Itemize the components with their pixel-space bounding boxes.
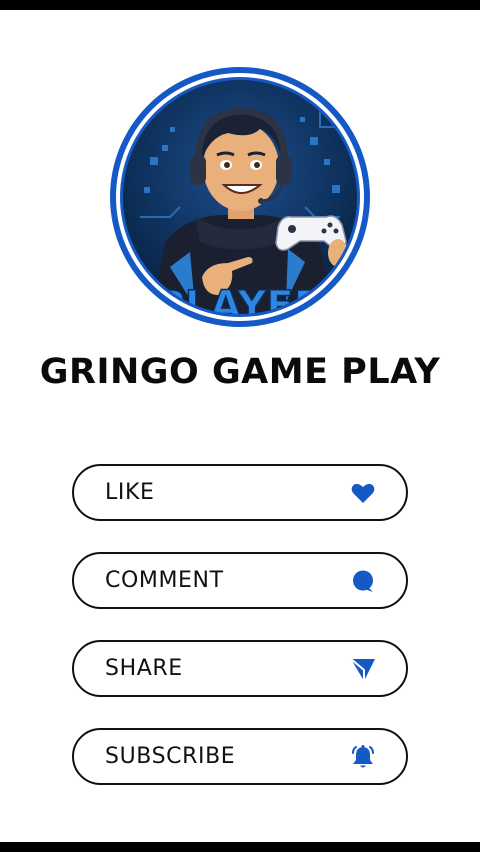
like-button[interactable]: LIKE — [72, 464, 408, 521]
gamer-mascot-logo: PLAYER — [116, 73, 364, 321]
heart-icon — [350, 480, 376, 506]
comment-label: COMMENT — [105, 568, 224, 593]
subscribe-button[interactable]: SUBSCRIBE — [72, 728, 408, 785]
subscribe-label: SUBSCRIBE — [105, 744, 236, 769]
channel-avatar[interactable]: PLAYER — [110, 67, 370, 327]
comment-button[interactable]: COMMENT — [72, 552, 408, 609]
paper-plane-icon — [350, 656, 376, 682]
speech-bubble-icon — [350, 568, 376, 594]
screen: PLAYER GRINGO GAME PLAY LIKE COMMENT SHA… — [0, 10, 480, 842]
share-button[interactable]: SHARE — [72, 640, 408, 697]
channel-name: GRINGO GAME PLAY — [39, 352, 441, 392]
bell-icon — [350, 744, 376, 770]
like-label: LIKE — [105, 480, 155, 505]
share-label: SHARE — [105, 656, 183, 681]
